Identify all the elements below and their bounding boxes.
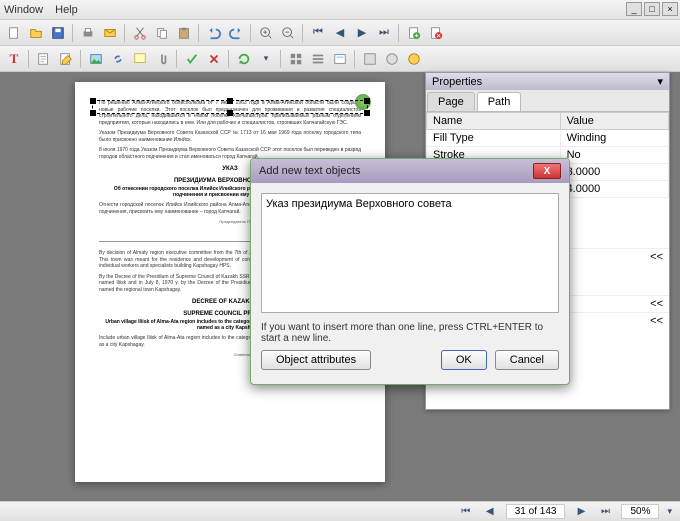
dialog-hint: If you want to insert more than one line… [261,322,559,344]
object-attributes-button[interactable]: Object attributes [261,350,371,370]
open-file-button[interactable] [26,23,46,43]
resize-handle[interactable] [364,98,370,104]
cancel-button[interactable]: Cancel [495,350,559,370]
undo-button[interactable] [204,23,224,43]
insert-image-button[interactable] [86,49,106,69]
last-page-button[interactable]: ⏭ [374,23,394,43]
dialog-titlebar[interactable]: Add new text objects X [251,159,569,183]
nav-last-button[interactable]: ⏭ [597,505,613,519]
tool-c[interactable] [404,49,424,69]
toolbar-edit: T ▾ [0,46,680,72]
close-window-button[interactable]: × [662,2,678,16]
form-button[interactable] [330,49,350,69]
nav-prev-button[interactable]: ◀ [482,505,498,519]
paste-button[interactable] [174,23,194,43]
refresh-button[interactable] [234,49,254,69]
ok-button[interactable]: OK [441,350,487,370]
email-button[interactable] [100,23,120,43]
note-button[interactable] [130,49,150,69]
attach-button[interactable] [152,49,172,69]
zoom-out-button[interactable] [278,23,298,43]
zoom-dropdown-icon[interactable]: ▾ [667,506,672,517]
add-text-dialog: Add new text objects X If you want to in… [250,158,570,385]
menu-window[interactable]: Window [4,4,43,16]
resize-handle[interactable] [227,98,233,104]
text-input[interactable] [261,193,559,313]
tool-b[interactable] [382,49,402,69]
nav-next-button[interactable]: ▶ [573,505,589,519]
nav-first-button[interactable]: ⏮ [458,505,474,519]
add-page-button[interactable] [404,23,424,43]
prop-row[interactable]: Fill TypeWinding [427,130,669,147]
print-button[interactable] [78,23,98,43]
insert-link-button[interactable] [108,49,128,69]
resize-handle[interactable] [364,110,370,116]
tab-path[interactable]: Path [477,92,522,111]
panel-close-icon[interactable]: ▾ [657,75,663,88]
zoom-indicator[interactable]: 50% [621,504,659,519]
edit-page-button[interactable] [56,49,76,69]
copy-button[interactable] [152,23,172,43]
text-tool-button[interactable]: T [4,49,24,69]
status-bar: ⏮ ◀ 31 of 143 ▶ ⏭ 50% ▾ [0,501,680,521]
tab-page[interactable]: Page [427,92,475,111]
text-selection-box[interactable] [92,100,368,114]
dialog-title-label: Add new text objects [259,165,361,177]
save-button[interactable] [48,23,68,43]
dialog-close-button[interactable]: X [533,163,561,179]
edit-text-button[interactable] [34,49,54,69]
new-file-button[interactable] [4,23,24,43]
col-name[interactable]: Name [427,113,561,130]
toolbar-main: ⏮ ◀ ▶ ⏭ [0,20,680,46]
properties-tabs: Page Path [426,90,669,112]
window-controls: _ □ × [626,2,678,16]
list-button[interactable] [308,49,328,69]
first-page-button[interactable]: ⏮ [308,23,328,43]
zoom-in-button[interactable] [256,23,276,43]
menu-bar: Window Help [0,0,680,20]
check-button[interactable] [182,49,202,69]
resize-handle[interactable] [227,110,233,116]
maximize-button[interactable]: □ [644,2,660,16]
minimize-button[interactable]: _ [626,2,642,16]
redo-button[interactable] [226,23,246,43]
resize-handle[interactable] [90,110,96,116]
prev-page-button[interactable]: ◀ [330,23,350,43]
delete-page-button[interactable] [426,23,446,43]
properties-titlebar[interactable]: Properties ▾ [426,73,669,90]
properties-title-label: Properties [432,76,482,88]
cross-button[interactable] [204,49,224,69]
col-value[interactable]: Value [560,113,668,130]
page-indicator[interactable]: 31 of 143 [506,504,566,519]
doc-para: Указом Президиума Верховного Совета Каза… [99,130,361,143]
menu-help[interactable]: Help [55,4,78,16]
grid-button[interactable] [286,49,306,69]
cut-button[interactable] [130,23,150,43]
resize-handle[interactable] [90,98,96,104]
next-page-button[interactable]: ▶ [352,23,372,43]
tool-a[interactable] [360,49,380,69]
dropdown-1[interactable]: ▾ [256,49,276,69]
